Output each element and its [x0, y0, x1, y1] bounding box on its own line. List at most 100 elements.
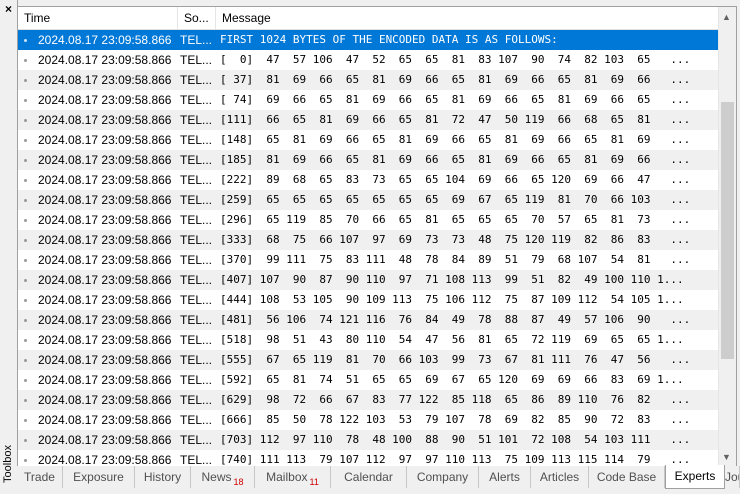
log-row[interactable]: 2024.08.17 23:09:58.866 TEL... [148] 65 81… — [18, 130, 718, 150]
bullet-icon — [24, 119, 27, 122]
log-source: TEL... — [180, 73, 213, 87]
log-row[interactable]: 2024.08.17 23:09:58.866 TEL... [111] 66 65… — [18, 110, 718, 130]
log-row[interactable]: 2024.08.17 23:09:58.866 TEL... [555] 67 65… — [18, 350, 718, 370]
log-message: [ 37] 81 69 66 65 81 69 66 65 81 69 66 6… — [220, 73, 691, 86]
log-row[interactable]: 2024.08.17 23:09:58.866 TEL... [666] 85 50… — [18, 410, 718, 430]
log-source: TEL... — [180, 233, 213, 247]
log-row[interactable]: 2024.08.17 23:09:58.866 TEL... [481] 56 10… — [18, 310, 718, 330]
bullet-icon — [24, 139, 27, 142]
column-header: Time So... Message — [18, 7, 718, 30]
log-message: [518] 98 51 43 80 110 54 47 56 81 65 72 … — [220, 333, 684, 346]
tab-jou[interactable]: Jou — [725, 466, 740, 488]
log-row[interactable]: 2024.08.17 23:09:58.866 TEL... [592] 65 81… — [18, 370, 718, 390]
tab-mailbox[interactable]: Mailbox 11 — [255, 466, 331, 488]
tab-news[interactable]: News 18 — [191, 466, 255, 488]
log-row[interactable]: 2024.08.17 23:09:58.866 TEL... [407] 107 9… — [18, 270, 718, 290]
chevron-up-icon[interactable]: ▲ — [722, 12, 731, 22]
experts-log-panel: Time So... Message 2024.08.17 23:09:58.8… — [17, 6, 737, 468]
log-source: TEL... — [180, 213, 213, 227]
tab-label: Alerts — [489, 470, 520, 484]
log-time: 2024.08.17 23:09:58.866 — [38, 433, 172, 447]
bullet-icon — [24, 319, 27, 322]
tab-calendar[interactable]: Calendar — [331, 466, 407, 488]
log-row[interactable]: 2024.08.17 23:09:58.866 TEL... [ 37] 81 69… — [18, 70, 718, 90]
tab-articles[interactable]: Articles — [531, 466, 589, 488]
log-message: [222] 89 68 65 83 73 65 65 104 69 66 65 … — [220, 173, 691, 186]
log-source: TEL... — [180, 433, 213, 447]
log-message: [666] 85 50 78 122 103 53 79 107 78 69 8… — [220, 413, 691, 426]
bullet-icon — [24, 439, 27, 442]
log-message: [629] 98 72 66 67 83 77 122 85 118 65 86… — [220, 393, 691, 406]
scrollbar-thumb[interactable] — [721, 102, 734, 359]
log-row[interactable]: 2024.08.17 23:09:58.866 TEL... [444] 108 5… — [18, 290, 718, 310]
log-source: TEL... — [180, 53, 213, 67]
tab-trade[interactable]: Trade — [17, 466, 63, 488]
vertical-scrollbar[interactable]: ▲ ▼ — [718, 7, 736, 467]
log-source: TEL... — [180, 393, 213, 407]
log-time: 2024.08.17 23:09:58.866 — [38, 173, 172, 187]
log-row[interactable]: 2024.08.17 23:09:58.866 TEL... FIRST 1024 … — [18, 30, 718, 50]
tab-badge: 11 — [309, 477, 319, 487]
bullet-icon — [24, 419, 27, 422]
bullet-icon — [24, 259, 27, 262]
column-message-label: Message — [222, 11, 271, 25]
bottom-tab-bar: Trade Exposure History News 18 Mailbox 11 Calen… — [17, 465, 740, 493]
bullet-icon — [24, 459, 27, 462]
column-message[interactable]: Message — [216, 7, 718, 29]
log-time: 2024.08.17 23:09:58.866 — [38, 53, 172, 67]
bullet-icon — [24, 179, 27, 182]
column-time[interactable]: Time — [18, 7, 178, 29]
bullet-icon — [24, 279, 27, 282]
log-time: 2024.08.17 23:09:58.866 — [38, 313, 172, 327]
log-row[interactable]: 2024.08.17 23:09:58.866 TEL... [518] 98 51… — [18, 330, 718, 350]
log-message: [592] 65 81 74 51 65 65 69 67 65 120 69 … — [220, 373, 684, 386]
log-row[interactable]: 2024.08.17 23:09:58.866 TEL... [629] 98 72… — [18, 390, 718, 410]
tab-label: Articles — [539, 470, 580, 484]
bullet-icon — [24, 379, 27, 382]
close-icon[interactable]: × — [2, 3, 15, 16]
bullet-icon — [24, 199, 27, 202]
log-message: [703] 112 97 110 78 48 100 88 90 51 101 … — [220, 433, 691, 446]
toolbox-sidebar: × Toolbox — [0, 0, 18, 493]
log-source: TEL... — [180, 253, 213, 267]
log-source: TEL... — [180, 293, 213, 307]
log-row[interactable]: 2024.08.17 23:09:58.866 TEL... [296] 65 11… — [18, 210, 718, 230]
tab-company[interactable]: Company — [407, 466, 479, 488]
log-message: [481] 56 106 74 121 116 76 84 49 78 88 8… — [220, 313, 691, 326]
bullet-icon — [24, 99, 27, 102]
log-message: [333] 68 75 66 107 97 69 73 73 48 75 120… — [220, 233, 691, 246]
log-row[interactable]: 2024.08.17 23:09:58.866 TEL... [370] 99 11… — [18, 250, 718, 270]
tab-experts[interactable]: Experts — [665, 465, 725, 489]
log-time: 2024.08.17 23:09:58.866 — [38, 273, 172, 287]
log-row[interactable]: 2024.08.17 23:09:58.866 TEL... [185] 81 69… — [18, 150, 718, 170]
bullet-icon — [24, 239, 27, 242]
tab-history[interactable]: History — [135, 466, 191, 488]
tab-label: Company — [416, 470, 469, 484]
column-source[interactable]: So... — [178, 7, 216, 29]
bullet-icon — [24, 159, 27, 162]
tab-alerts[interactable]: Alerts — [479, 466, 531, 488]
log-row[interactable]: 2024.08.17 23:09:58.866 TEL... [ 0] 47 57 … — [18, 50, 718, 70]
log-time: 2024.08.17 23:09:58.866 — [38, 113, 172, 127]
log-row[interactable]: 2024.08.17 23:09:58.866 TEL... [259] 65 65… — [18, 190, 718, 210]
log-message: [ 74] 69 66 65 81 69 66 65 81 69 66 65 8… — [220, 93, 691, 106]
bullet-icon — [24, 79, 27, 82]
bullet-icon — [24, 359, 27, 362]
log-message: [111] 66 65 81 69 66 65 81 72 47 50 119 … — [220, 113, 691, 126]
log-source: TEL... — [180, 333, 213, 347]
log-row[interactable]: 2024.08.17 23:09:58.866 TEL... [333] 68 75… — [18, 230, 718, 250]
tab-exposure[interactable]: Exposure — [63, 466, 135, 488]
tab-label: Code Base — [596, 470, 657, 484]
log-row[interactable]: 2024.08.17 23:09:58.866 TEL... [222] 89 68… — [18, 170, 718, 190]
log-source: TEL... — [180, 353, 213, 367]
log-rows: 2024.08.17 23:09:58.866 TEL... FIRST 1024 … — [18, 30, 718, 467]
tab-label: Experts — [674, 469, 716, 483]
log-message: [259] 65 65 65 65 65 65 65 69 67 65 119 … — [220, 193, 691, 206]
log-time: 2024.08.17 23:09:58.866 — [38, 153, 172, 167]
log-row[interactable]: 2024.08.17 23:09:58.866 TEL... [703] 112 9… — [18, 430, 718, 450]
log-row[interactable]: 2024.08.17 23:09:58.866 TEL... [ 74] 69 66… — [18, 90, 718, 110]
tab-code-base[interactable]: Code Base — [589, 466, 665, 488]
tab-label: History — [143, 470, 182, 484]
chevron-down-icon[interactable]: ▼ — [722, 452, 731, 462]
log-message: [148] 65 81 69 66 65 81 69 66 65 81 69 6… — [220, 133, 691, 146]
